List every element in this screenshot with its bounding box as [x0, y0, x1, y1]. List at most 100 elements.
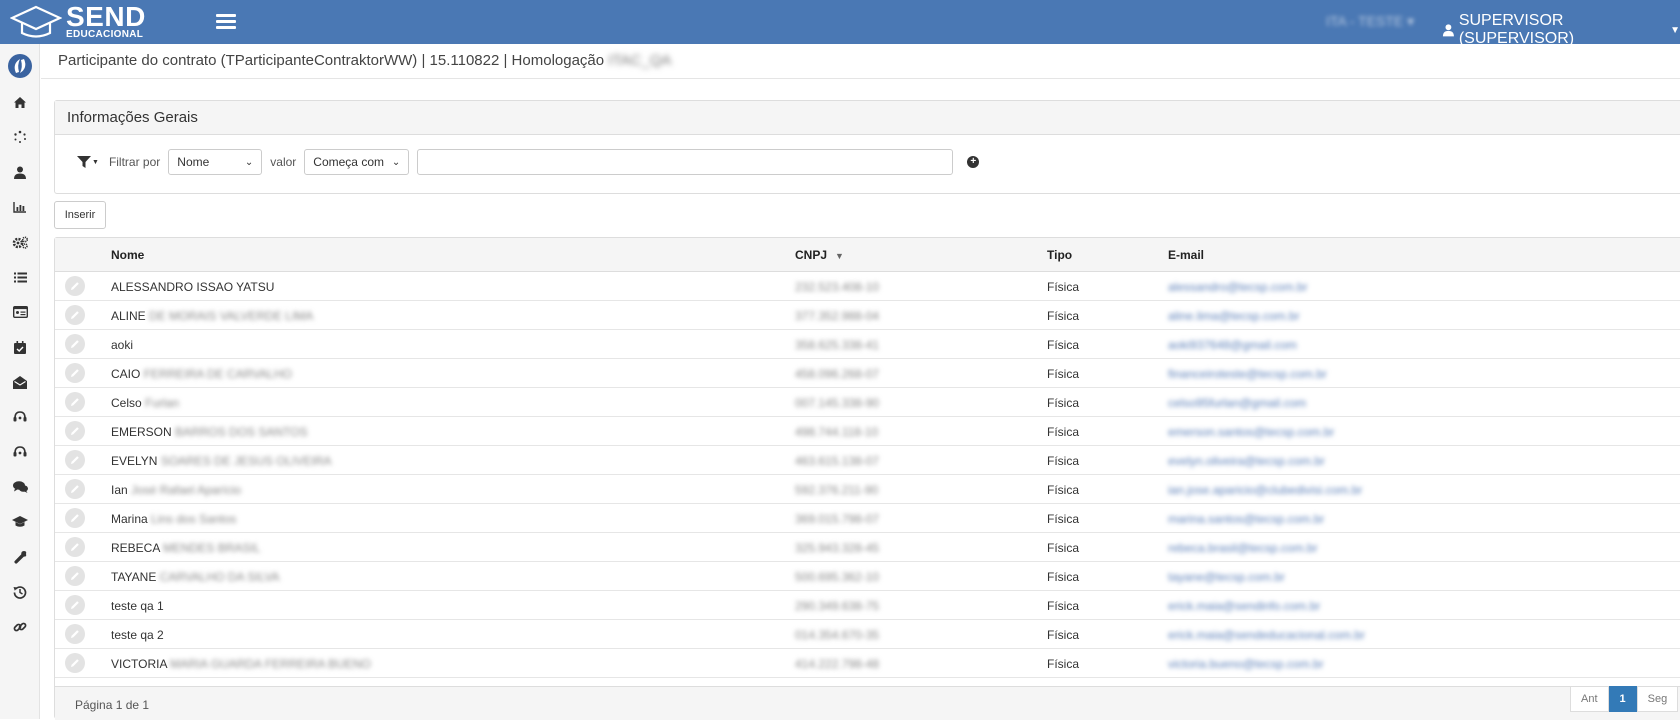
table-row[interactable]: ALINE DE MORAIS VALVERDE LIMA 377.352.988… [55, 301, 1680, 330]
edit-icon[interactable] [65, 421, 85, 441]
cell-name-rest: MENDES BRASIL [163, 541, 261, 555]
column-header-cnpj[interactable]: CNPJ ▼ [795, 248, 844, 262]
cell-name-rest: SOARES DE JESUS OLIVEIRA [160, 454, 332, 468]
cell-name-rest: Lins dos Santos [151, 512, 237, 526]
top-navbar: SEND EDUCACIONAL ITA - TESTE ▾ SUPERVISO… [0, 0, 1680, 47]
cell-cnpj: 014.354.670-35 [795, 628, 880, 642]
edit-icon[interactable] [65, 363, 85, 383]
next-page-button[interactable]: Seg [1636, 686, 1679, 712]
app-logo-icon[interactable] [6, 52, 34, 80]
table-footer: Página 1 de 1 [55, 686, 1680, 720]
cell-cnpj: 290.349.638-75 [795, 599, 880, 613]
filter-icon[interactable]: ▼ [77, 156, 99, 168]
headset-icon[interactable] [10, 407, 30, 427]
edit-icon[interactable] [65, 566, 85, 586]
table-row[interactable]: REBECA MENDES BRASIL 325.943.328-45 Física… [55, 533, 1680, 562]
breadcrumb: Participante do contrato (TParticipanteC… [58, 52, 671, 69]
column-header-email[interactable]: E-mail [1168, 248, 1204, 262]
column-header-tipo[interactable]: Tipo [1047, 248, 1072, 262]
edit-icon[interactable] [65, 479, 85, 499]
cell-name-rest: FERREIRA DE CARVALHO [143, 367, 292, 381]
edit-icon[interactable] [65, 392, 85, 412]
table-row[interactable]: teste qa 1 290.349.638-75 Física erick.mai… [55, 591, 1680, 620]
table-row[interactable]: ALESSANDRO ISSAO YATSU 232.523.408-10 Fís… [55, 272, 1680, 301]
headset-alt-icon[interactable] [10, 442, 30, 462]
user-menu[interactable]: SUPERVISOR (SUPERVISOR) ▼ [1442, 12, 1680, 48]
operator-select[interactable]: Começa com ⌄ [304, 149, 410, 175]
comments-icon[interactable] [10, 477, 30, 497]
pagination: Ant 1 Seg [1570, 686, 1679, 712]
value-label: valor [270, 155, 297, 169]
cell-cnpj: 232.523.408-10 [795, 280, 880, 294]
cell-name: teste qa 2 [111, 628, 164, 642]
table-row[interactable]: TAYANE CARVALHO DA SILVA 500.695.362-10 Fí… [55, 562, 1680, 591]
table-row[interactable]: EVELYN SOARES DE JESUS OLIVEIRA 463.615.1… [55, 446, 1680, 475]
table-header: Nome CNPJ ▼ Tipo E-mail [55, 238, 1680, 272]
cell-email: erick.maia@sendinfo.com.br [1168, 599, 1321, 613]
table-row[interactable]: aoki 358.625.338-41 Física aoki937648@gmai… [55, 330, 1680, 359]
page-1-button[interactable]: 1 [1608, 686, 1637, 712]
list-icon[interactable] [10, 267, 30, 287]
table-row[interactable]: Celso Furlan 007.145.338-90 Física celso95f… [55, 388, 1680, 417]
cell-name: teste qa 1 [111, 599, 164, 613]
table-row[interactable]: Ian José Rafael Aparício 592.376.211-90 Fí… [55, 475, 1680, 504]
edit-icon[interactable] [65, 334, 85, 354]
calendar-check-icon[interactable] [10, 337, 30, 357]
envelope-open-icon[interactable] [10, 372, 30, 392]
link-icon[interactable] [10, 617, 30, 637]
cell-cnpj: 463.615.138-07 [795, 454, 880, 468]
operator-select-value: Começa com [313, 155, 384, 169]
cell-name: Marina Lins dos Santos [111, 512, 237, 526]
cell-name: REBECA MENDES BRASIL [111, 541, 261, 555]
edit-icon[interactable] [65, 450, 85, 470]
graduation-cap-icon[interactable] [10, 512, 30, 532]
gears-icon[interactable] [10, 232, 30, 252]
filter-value-input[interactable] [417, 149, 954, 175]
edit-icon[interactable] [65, 653, 85, 673]
cell-email: evelyn.oliveira@tecsp.com.br [1168, 454, 1325, 468]
cell-name: Celso Furlan [111, 396, 180, 410]
cell-cnpj: 498.744.118-10 [795, 425, 879, 439]
table-row[interactable]: teste qa 2 014.354.670-35 Física erick.mai… [55, 620, 1680, 649]
cell-cnpj: 414.222.798-48 [795, 657, 880, 671]
bar-chart-icon[interactable] [10, 197, 30, 217]
wrench-icon[interactable] [10, 547, 30, 567]
cell-tipo: Física [1047, 657, 1080, 671]
edit-icon[interactable] [65, 537, 85, 557]
cell-email: victoria.bueno@tecsp.com.br [1168, 657, 1324, 671]
general-info-panel: Informações Gerais ▼ Filtrar por Nome ⌄ … [54, 100, 1680, 194]
history-icon[interactable] [10, 582, 30, 602]
cell-name: EVELYN SOARES DE JESUS OLIVEIRA [111, 454, 332, 468]
brand-logo[interactable]: SEND EDUCACIONAL [66, 3, 146, 40]
user-icon[interactable] [10, 162, 30, 182]
table-row[interactable]: Marina Lins dos Santos 369.015.798-07 Físi… [55, 504, 1680, 533]
edit-icon[interactable] [65, 595, 85, 615]
cell-tipo: Física [1047, 454, 1080, 468]
prev-page-button[interactable]: Ant [1570, 686, 1609, 712]
add-filter-icon[interactable]: + [967, 156, 980, 168]
table-row[interactable]: CAIO FERREIRA DE CARVALHO 458.096.268-07 F… [55, 359, 1680, 388]
edit-icon[interactable] [65, 276, 85, 296]
field-select[interactable]: Nome ⌄ [168, 149, 263, 175]
user-icon [1442, 24, 1454, 37]
column-header-name[interactable]: Nome [111, 248, 144, 262]
table-row[interactable]: EMERSON BARROS DOS SANTOS 498.744.118-10 F… [55, 417, 1680, 446]
cell-email: alessandro@tecsp.com.br [1168, 280, 1308, 294]
menu-toggle-icon[interactable] [216, 14, 236, 30]
edit-icon[interactable] [65, 305, 85, 325]
cell-cnpj: 369.015.798-07 [795, 512, 880, 526]
home-icon[interactable] [10, 92, 30, 112]
table-row[interactable]: VICTORIA MARIA GUARDA FERREIRA BUENO 414.… [55, 649, 1680, 678]
id-card-icon[interactable] [10, 302, 30, 322]
sidebar [0, 44, 40, 719]
spinner-icon[interactable] [10, 127, 30, 147]
cell-email: aoki937648@gmail.com [1168, 338, 1297, 352]
cell-name-rest: DE MORAIS VALVERDE LIMA [149, 309, 314, 323]
tenant-selector[interactable]: ITA - TESTE ▾ [1326, 13, 1414, 30]
edit-icon[interactable] [65, 508, 85, 528]
chevron-down-icon: ⌄ [391, 156, 401, 168]
cell-name: ALESSANDRO ISSAO YATSU [111, 280, 275, 294]
insert-button[interactable]: Inserir [54, 201, 106, 229]
edit-icon[interactable] [65, 624, 85, 644]
cell-name: Ian José Rafael Aparício [111, 483, 242, 497]
